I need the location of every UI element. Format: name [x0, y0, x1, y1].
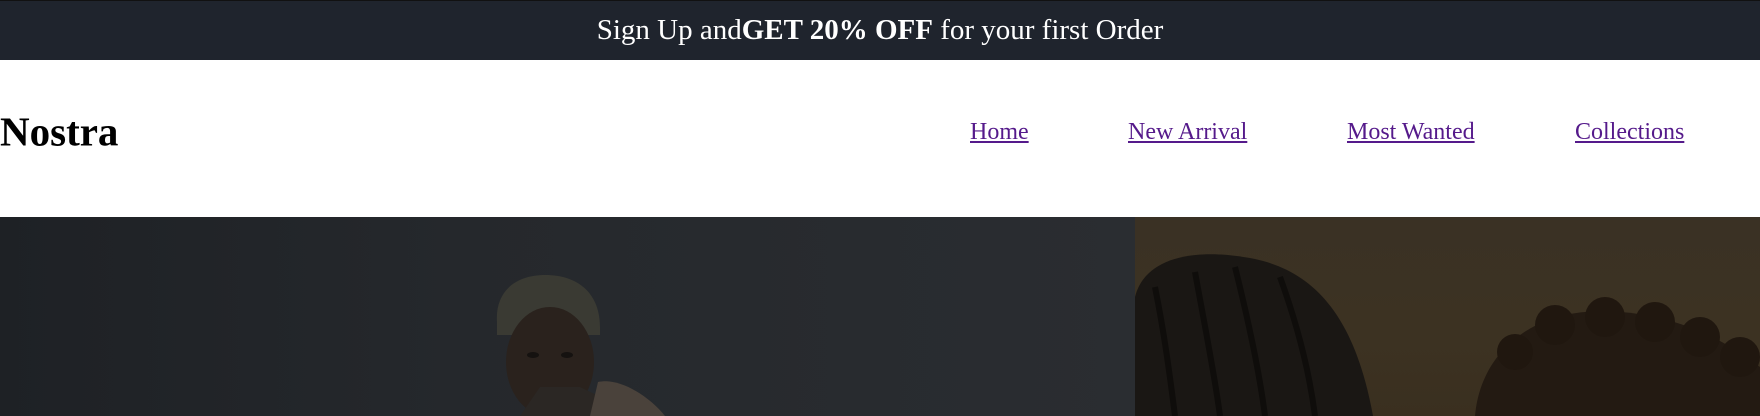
hero-banner [0, 217, 1760, 416]
man-in-beanie-photo [496, 275, 665, 416]
hero-image-left [0, 217, 1135, 416]
main-nav: Home New Arrival Most Wanted Collections [0, 112, 1760, 152]
site-header: Nostra Home New Arrival Most Wanted Coll… [0, 60, 1760, 217]
promo-banner: Sign Up andGET 20% OFF for your first Or… [0, 0, 1760, 60]
hero-image-right [1135, 217, 1760, 416]
promo-text: Sign Up andGET 20% OFF for your first Or… [597, 14, 1164, 47]
nav-link-most-wanted[interactable]: Most Wanted [1347, 112, 1475, 152]
promo-highlight: GET 20% OFF [741, 14, 933, 46]
nav-link-collections[interactable]: Collections [1575, 112, 1684, 152]
nav-link-home[interactable]: Home [970, 112, 1029, 152]
nav-link-new-arrival[interactable]: New Arrival [1128, 112, 1247, 152]
promo-prefix: Sign Up and [596, 14, 742, 46]
promo-suffix: for your first Order [932, 14, 1164, 46]
women-hair-photo [1135, 254, 1760, 416]
